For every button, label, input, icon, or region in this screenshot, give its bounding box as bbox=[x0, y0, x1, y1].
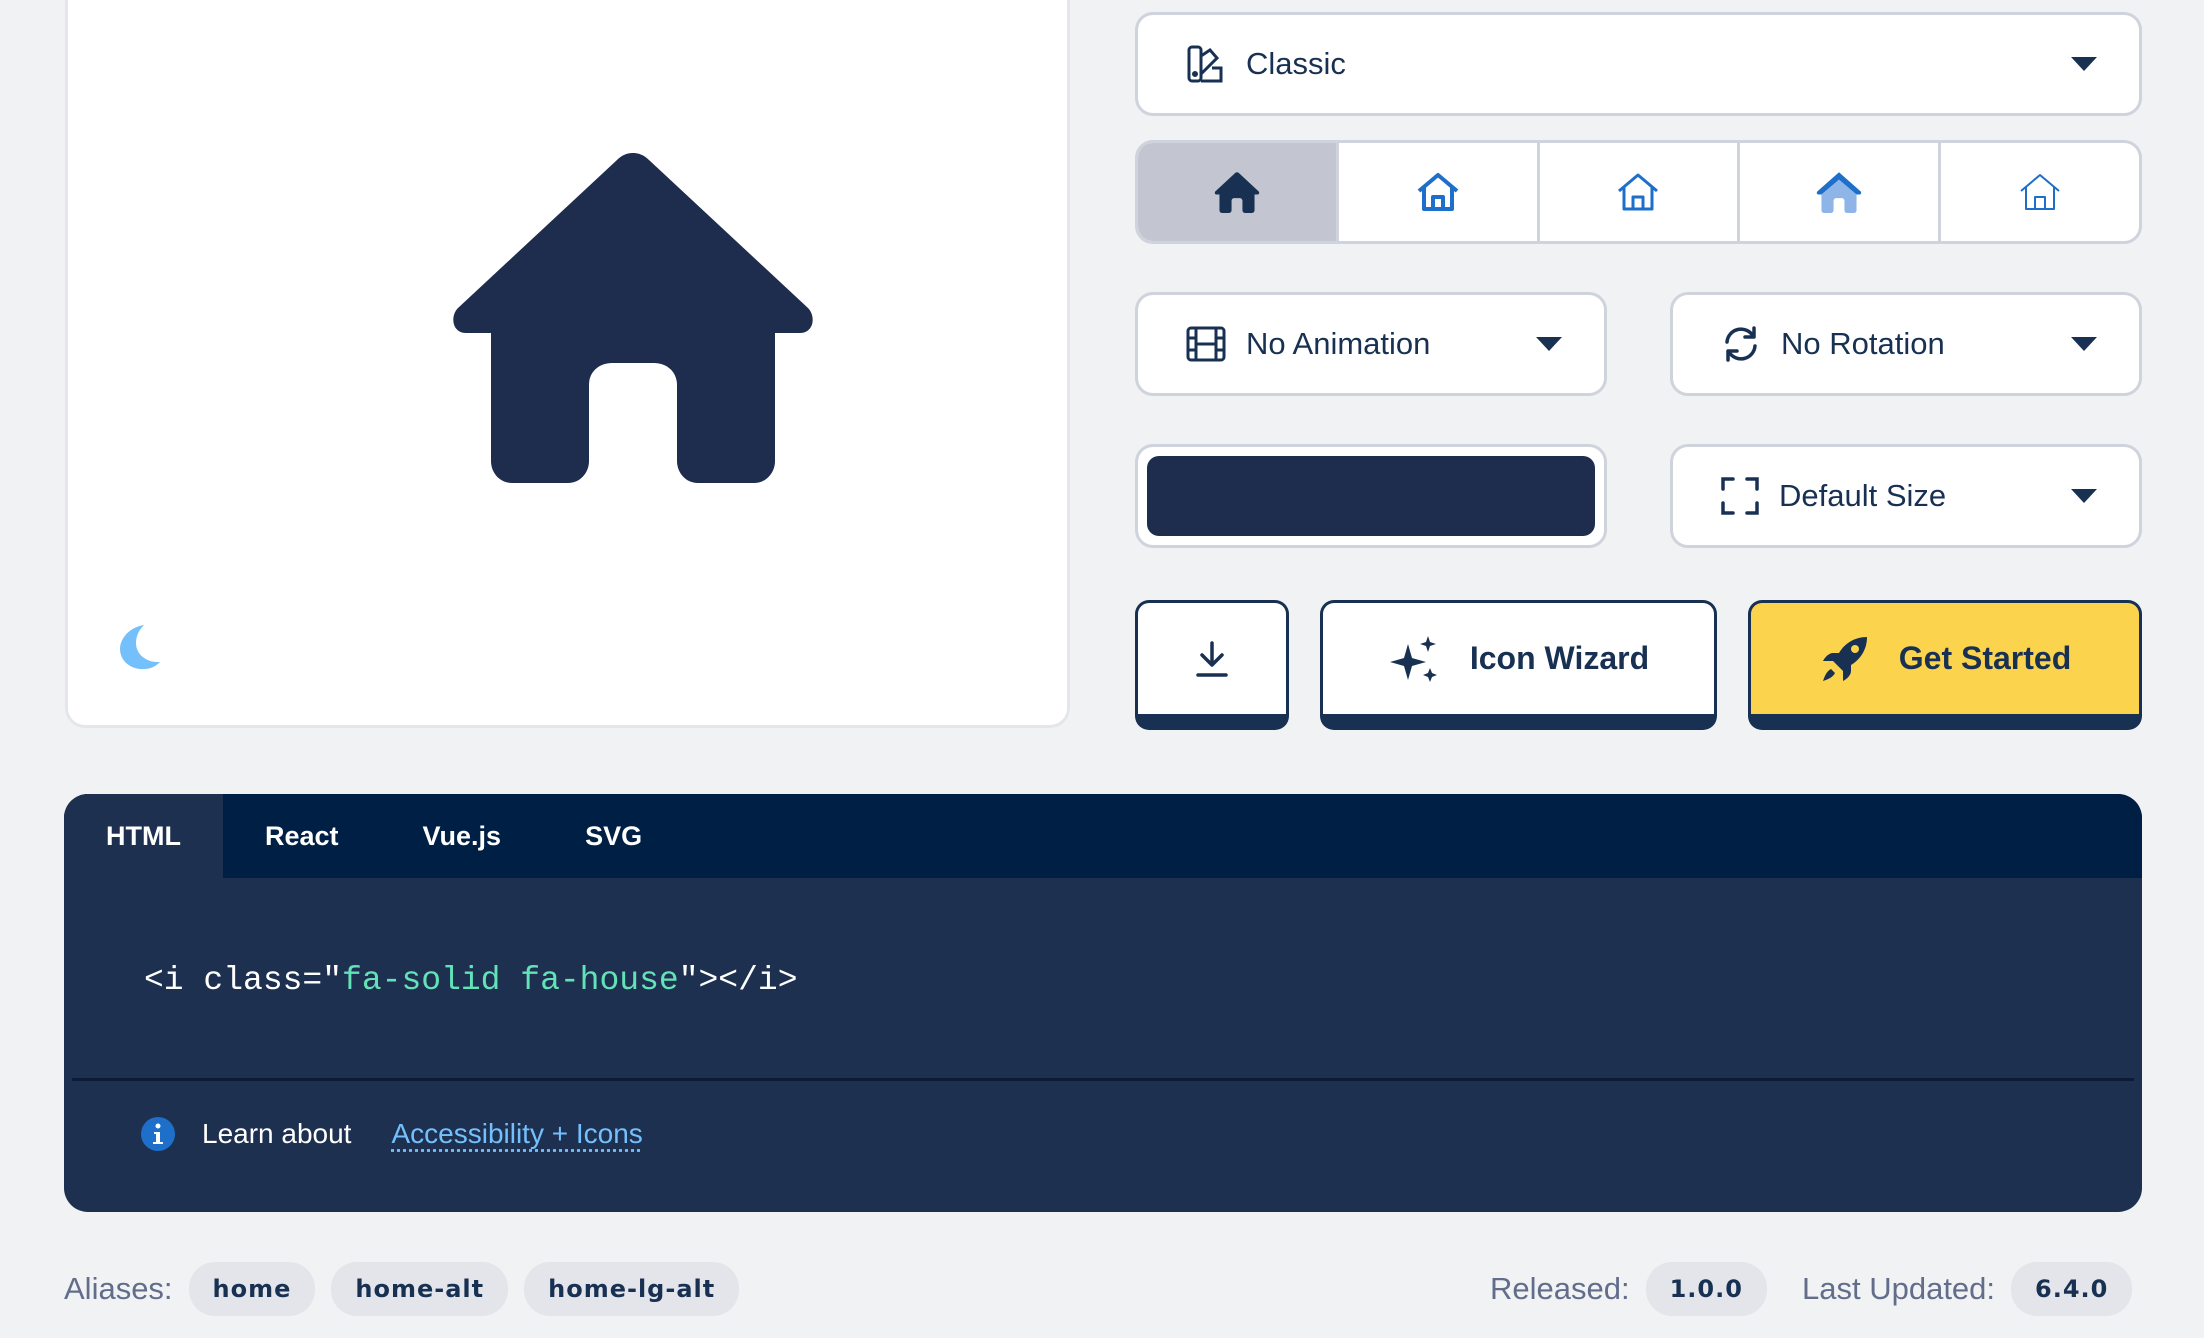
updated-label: Last Updated: bbox=[1802, 1271, 1996, 1306]
family-select-value: Classic bbox=[1246, 46, 1346, 81]
style-option-duotone[interactable] bbox=[1737, 143, 1938, 241]
house-regular-icon bbox=[1417, 173, 1458, 211]
moon-icon[interactable] bbox=[118, 623, 162, 671]
size-select[interactable]: Default Size bbox=[1670, 444, 2142, 548]
download-icon bbox=[1196, 640, 1228, 677]
rotate-icon bbox=[1721, 324, 1761, 364]
tab-react[interactable]: React bbox=[223, 794, 381, 878]
style-segmented-control bbox=[1135, 140, 2142, 244]
learn-about-text: Learn about bbox=[202, 1118, 352, 1149]
code-tabs: HTML React Vue.js SVG bbox=[64, 794, 2142, 878]
tab-html[interactable]: HTML bbox=[64, 794, 223, 878]
get-started-button[interactable]: Get Started bbox=[1748, 600, 2142, 730]
house-thin-icon bbox=[2020, 174, 2060, 210]
chevron-down-icon bbox=[1536, 337, 1562, 351]
accessibility-info: Learn about Accessibility + Icons bbox=[140, 1116, 643, 1152]
updated-row: Last Updated: 6.4.0 bbox=[1802, 1262, 2133, 1316]
chevron-down-icon bbox=[2071, 337, 2097, 351]
code-snippet[interactable]: <i class="fa-solid fa-house"></i> bbox=[144, 962, 798, 999]
alias-badge[interactable]: home bbox=[188, 1262, 316, 1316]
icon-wizard-label: Icon Wizard bbox=[1469, 640, 1650, 676]
family-select[interactable]: Classic bbox=[1135, 12, 2142, 116]
tab-svg[interactable]: SVG bbox=[543, 794, 684, 878]
chevron-down-icon bbox=[2071, 57, 2097, 71]
animation-select-value: No Animation bbox=[1246, 326, 1431, 361]
download-button[interactable] bbox=[1135, 600, 1289, 730]
snippet-prefix: <i class=" bbox=[144, 962, 343, 999]
icon-preview-card bbox=[65, 0, 1070, 728]
alias-badge[interactable]: home-alt bbox=[331, 1262, 509, 1316]
released-row: Released: 1.0.0 bbox=[1490, 1262, 1767, 1316]
released-label: Released: bbox=[1490, 1271, 1630, 1306]
divider bbox=[72, 1078, 2134, 1081]
film-icon bbox=[1186, 326, 1226, 362]
updated-version-badge: 6.4.0 bbox=[2011, 1262, 2133, 1316]
alias-badge[interactable]: home-lg-alt bbox=[524, 1262, 740, 1316]
animation-select[interactable]: No Animation bbox=[1135, 292, 1607, 396]
icon-wizard-button[interactable]: Icon Wizard bbox=[1320, 600, 1717, 730]
rotation-select[interactable]: No Rotation bbox=[1670, 292, 2142, 396]
chevron-down-icon bbox=[2071, 489, 2097, 503]
style-option-thin[interactable] bbox=[1938, 143, 2139, 241]
style-option-solid[interactable] bbox=[1138, 143, 1336, 241]
code-panel: HTML React Vue.js SVG <i class="fa-solid… bbox=[64, 794, 2142, 1212]
rotation-select-value: No Rotation bbox=[1781, 326, 1945, 361]
get-started-label: Get Started bbox=[1898, 640, 2072, 676]
released-version-badge: 1.0.0 bbox=[1645, 1262, 1767, 1316]
house-light-icon bbox=[1618, 173, 1659, 211]
color-picker[interactable] bbox=[1135, 444, 1607, 548]
aliases-label: Aliases: bbox=[64, 1271, 173, 1306]
house-duotone-icon bbox=[1817, 172, 1862, 213]
palette-icon bbox=[1186, 44, 1226, 84]
size-select-value: Default Size bbox=[1779, 478, 1947, 513]
sparkles-icon bbox=[1389, 635, 1437, 682]
style-option-regular[interactable] bbox=[1335, 143, 1537, 241]
aliases-row: Aliases: home home-alt home-lg-alt bbox=[64, 1262, 740, 1316]
snippet-class-value: fa-solid fa-house bbox=[342, 962, 679, 999]
color-swatch[interactable] bbox=[1147, 456, 1595, 536]
rocket-icon bbox=[1822, 636, 1867, 681]
expand-icon bbox=[1721, 477, 1759, 515]
style-option-light[interactable] bbox=[1536, 143, 1738, 241]
info-circle-icon bbox=[141, 1117, 175, 1151]
house-icon bbox=[453, 153, 813, 483]
snippet-suffix: "></i> bbox=[678, 962, 798, 999]
house-solid-icon bbox=[1214, 172, 1260, 213]
accessibility-link[interactable]: Accessibility + Icons bbox=[391, 1118, 642, 1150]
tab-vuejs[interactable]: Vue.js bbox=[381, 794, 544, 878]
